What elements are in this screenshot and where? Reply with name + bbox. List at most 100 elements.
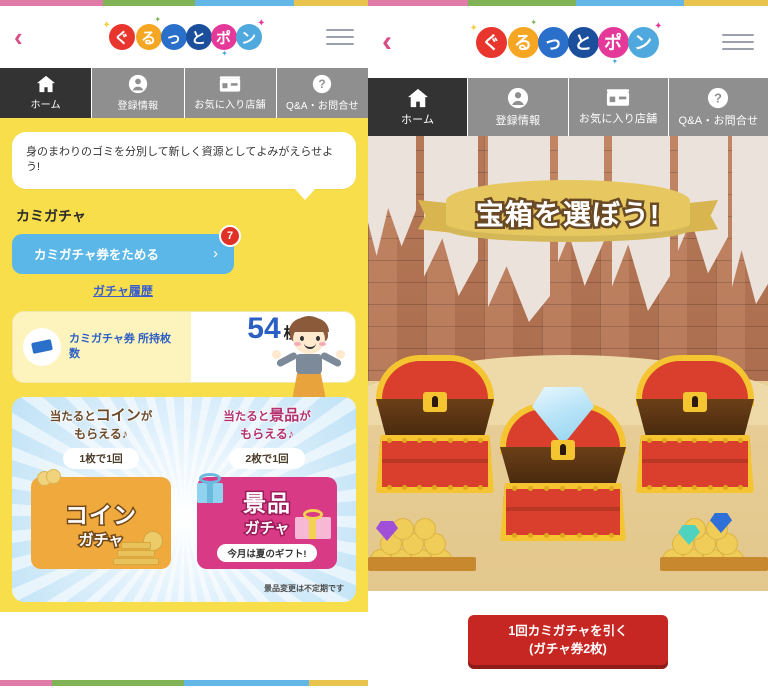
logo-bubbles: ✦ ✦ ✦ ✦ ぐ る っ と ポ ン (470, 18, 663, 66)
treasure-chest-2[interactable] (500, 387, 626, 541)
promo-prize-cost-pill: 2枚で1回 (229, 447, 305, 469)
nav-tab-qa-contact[interactable]: ? Q&A・お問合せ (276, 68, 368, 118)
stripe-blue (183, 680, 310, 686)
chest-base (368, 557, 476, 571)
promo-suffix: が (299, 410, 311, 423)
chest-lock-icon (551, 440, 575, 460)
svg-text:?: ? (319, 78, 326, 91)
logo-char: ぐ (475, 26, 507, 58)
treasure-chest-1[interactable] (376, 355, 494, 493)
prize-gacha-note-pill: 今月は夏のギフト! (217, 543, 317, 562)
nav-tab-favorite-stores[interactable]: お気に入り店舗 (568, 78, 669, 136)
gacha-action-area: カミガチャ券をためる › 7 ガチャ履歴 (12, 224, 356, 416)
ticket-glyph (31, 339, 53, 355)
nav-tab-qa-contact[interactable]: ? Q&A・お問合せ (668, 78, 768, 136)
prize-gacha-subtitle: ガチャ (243, 518, 291, 538)
treasure-chest-3[interactable] (636, 355, 754, 493)
collect-tickets-label: カミガチャ券をためる (34, 248, 159, 263)
app-logo[interactable]: ✦ ✦ ✦ ✦ ぐ る っ と ポ ン (470, 18, 663, 66)
treasure-game-scene[interactable]: 宝箱を選ぼう! (368, 136, 768, 591)
mascot-hand (336, 349, 345, 359)
gacha-promo-banner[interactable]: 当たるとコインが もらえる♪ 1枚で1回 コイン ガチャ 当たると景品が もらえ… (12, 396, 356, 602)
draw-button-line1: 1回カミガチャを引く (508, 624, 628, 638)
hamburger-line (722, 34, 754, 36)
chest-lid (636, 355, 754, 412)
sparkle-icon: ✦ (611, 56, 619, 66)
coin-gacha-card[interactable]: コイン ガチャ (31, 468, 171, 569)
nav-tab-label: ホーム (400, 113, 435, 126)
coin-gacha-title: コイン (64, 500, 138, 529)
chest-lock-icon (683, 392, 707, 412)
logo-char: ン (627, 26, 659, 58)
collect-tickets-button[interactable]: カミガチャ券をためる › (12, 233, 234, 274)
app-header: ‹ ✦ ✦ ✦ ✦ ぐ る っ と ポ ン (368, 6, 768, 78)
stripe-pink (0, 680, 52, 686)
promo-coin-headline-line2: もらえる♪ (74, 426, 128, 441)
logo-char: ポ (597, 26, 629, 58)
stripe-green (51, 680, 184, 686)
logo-bubbles: ✦ ✦ ✦ ✦ ぐ る っ と ポ ン (103, 15, 266, 58)
hamburger-line (326, 43, 354, 45)
hamburger-line (722, 41, 754, 43)
draw-gacha-button[interactable]: 1回カミガチャを引く (ガチャ券2枚) (468, 615, 668, 666)
chest-body (500, 483, 626, 541)
nav-tab-registration[interactable]: 登録情報 (92, 68, 185, 118)
nav-tab-bar: ホーム 登録情報 お気に入り店舗 ? Q&A・お問合せ (368, 78, 768, 136)
promo-prize-headline: 当たると景品が もらえる♪ (223, 407, 311, 442)
logo-char: っ (160, 24, 187, 50)
draw-button-area: 1回カミガチャを引く (ガチャ券2枚) (368, 591, 768, 698)
notification-badge: 7 (219, 224, 241, 247)
promo-columns: 当たるとコインが もらえる♪ 1枚で1回 コイン ガチャ 当たると景品が もらえ… (12, 397, 356, 602)
sparkle-icon: ✦ (469, 22, 478, 34)
prize-gacha-card[interactable]: 景品 ガチャ 今月は夏のギフト! (197, 472, 337, 569)
sparkle-icon: ✦ (102, 20, 111, 31)
chest-studs (642, 438, 748, 443)
mascot-cheek (319, 341, 326, 346)
ticket-icon (23, 327, 61, 366)
promo-strong: 景品 (269, 406, 300, 424)
speech-bubble: 身のまわりのゴミを分別して新しく資源としてよみがえらせよう! (12, 132, 356, 200)
chest-body (376, 435, 494, 493)
mascot-eye (300, 335, 304, 341)
store-icon (219, 75, 241, 93)
nav-tab-label: 登録情報 (117, 101, 159, 112)
treasure-pile-left (368, 507, 476, 571)
treasure-chests (368, 341, 768, 571)
back-chevron-left-icon[interactable]: ‹ (14, 24, 44, 50)
promo-strong: コイン (95, 406, 141, 424)
sparkle-icon: ✦ (530, 17, 538, 27)
nav-tab-home[interactable]: ホーム (368, 78, 469, 136)
chest-studs (506, 486, 620, 491)
promo-coin-column[interactable]: 当たるとコインが もらえる♪ 1枚で1回 コイン ガチャ (22, 407, 180, 602)
gift-box-icon (193, 471, 227, 505)
mascot-eye (316, 335, 320, 341)
treasure-pile-right (660, 507, 768, 571)
nav-tab-label: お気に入り店舗 (578, 113, 658, 125)
nav-tab-registration[interactable]: 登録情報 (468, 78, 569, 136)
sparkle-icon: ✦ (154, 15, 162, 24)
logo-char: と (185, 24, 212, 50)
section-title: カミガチャ (16, 207, 86, 224)
logo-char: ポ (210, 24, 237, 50)
home-icon (36, 75, 56, 93)
nav-tab-favorite-stores[interactable]: お気に入り店舗 (184, 68, 277, 118)
svg-text:?: ? (714, 90, 722, 105)
chest-studs (506, 533, 620, 538)
nav-tab-label: 登録情報 (495, 114, 541, 127)
back-chevron-left-icon[interactable]: ‹ (382, 27, 412, 57)
logo-char: っ (537, 26, 569, 58)
app-logo[interactable]: ✦ ✦ ✦ ✦ ぐ る っ と ポ ン (103, 15, 266, 58)
hamburger-menu-icon[interactable] (326, 29, 354, 45)
nav-tab-label: ホーム (30, 100, 61, 111)
gacha-history-link[interactable]: ガチャ履歴 (12, 282, 234, 299)
home-content: 身のまわりのゴミを分別して新しく資源としてよみがえらせよう! カミガチャ カミガ… (0, 118, 368, 612)
promo-prize-column[interactable]: 当たると景品が もらえる♪ 2枚で1回 景品 ガチャ 今月は夏のギフト! (188, 407, 346, 602)
nav-tab-home[interactable]: ホーム (0, 68, 93, 118)
promo-coin-headline-line1: 当たるとコインが (50, 407, 153, 426)
hamburger-menu-icon[interactable] (722, 34, 754, 50)
nav-tab-label: Q&A・お問合せ (286, 101, 359, 112)
promo-prefix: 当たると (49, 410, 96, 423)
chest-base (660, 557, 768, 571)
ribbon-banner: 宝箱を選ぼう! (418, 174, 718, 248)
home-icon (407, 88, 429, 108)
